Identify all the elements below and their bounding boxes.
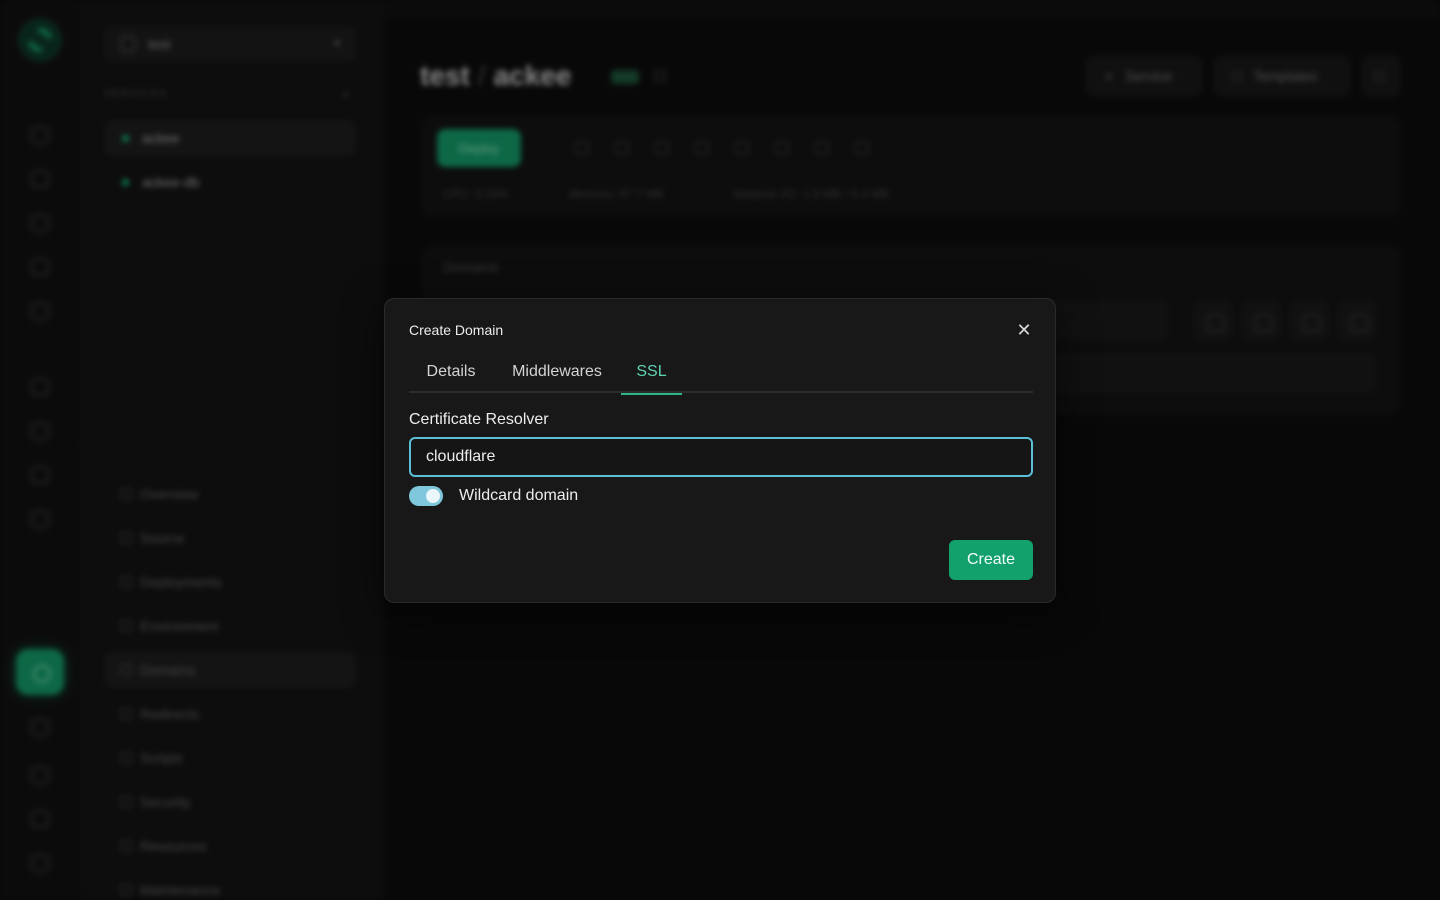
tab-details[interactable]: Details <box>409 353 493 393</box>
wildcard-domain-label: Wildcard domain <box>459 487 579 504</box>
switch-knob <box>426 489 440 503</box>
close-icon[interactable]: ✕ <box>1013 319 1035 341</box>
create-button[interactable]: Create <box>949 540 1033 580</box>
app-root: test ▾ SERVICES + ackee ackee-db Overvie… <box>0 0 1440 900</box>
tab-ssl[interactable]: SSL <box>621 353 682 395</box>
certificate-resolver-label: Certificate Resolver <box>409 411 549 428</box>
dialog-tabs: Details Middlewares SSL <box>409 353 1033 395</box>
certificate-resolver-input[interactable] <box>409 437 1033 477</box>
tab-middlewares[interactable]: Middlewares <box>493 353 621 393</box>
dialog-title: Create Domain <box>409 322 504 338</box>
create-domain-dialog: Create Domain ✕ Details Middlewares SSL … <box>384 298 1056 603</box>
wildcard-domain-switch[interactable] <box>409 486 443 506</box>
